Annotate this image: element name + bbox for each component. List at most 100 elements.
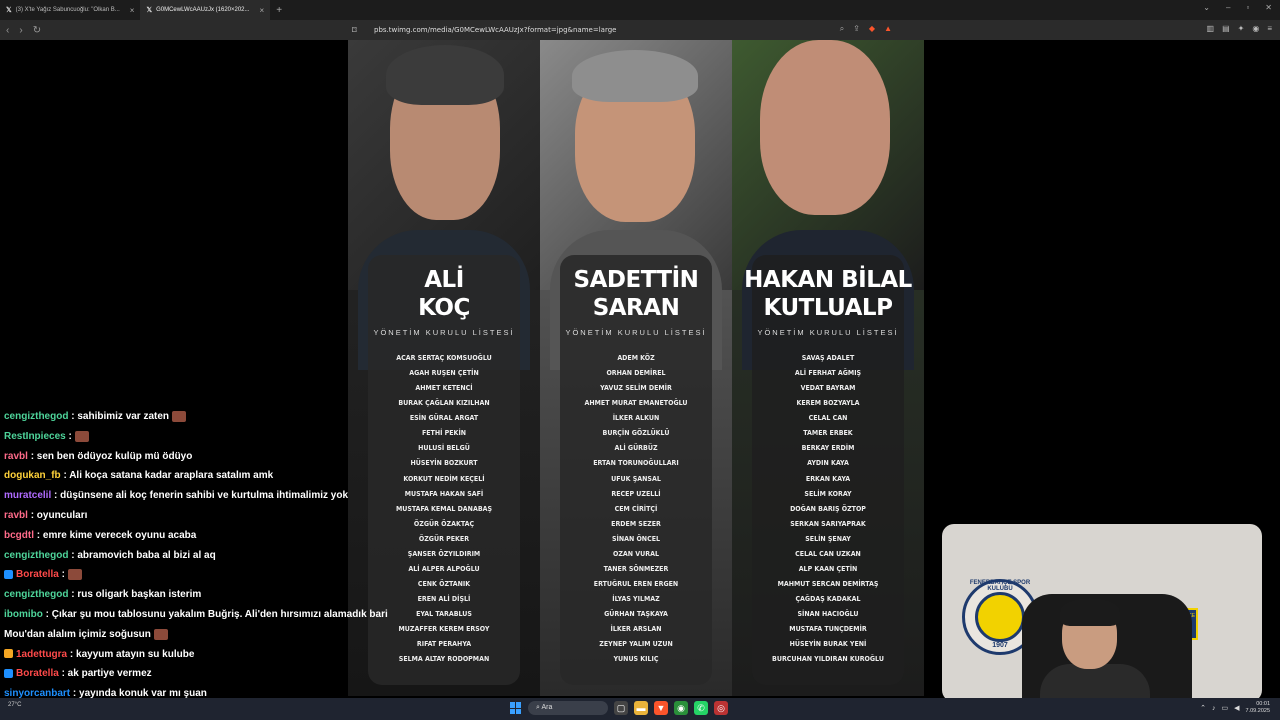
chat-username[interactable]: RestInpieces [4, 431, 66, 442]
member-name: AGAH RUŞEN ÇETİN [409, 369, 479, 378]
network-icon[interactable]: ▭ [1222, 704, 1229, 712]
whatsapp-icon[interactable]: ✆ [694, 701, 708, 715]
taskbar-search[interactable]: ⌕ Ara [528, 701, 608, 715]
share-icon[interactable]: ⇪ [853, 24, 860, 34]
brave-browser-icon[interactable]: ▼ [654, 701, 668, 715]
sidebar-icon[interactable]: ▥ [1207, 24, 1215, 33]
chat-text: : [61, 569, 65, 581]
clock[interactable]: 00:01 7.09.2025 [1246, 701, 1270, 715]
chat-emote-icon [67, 569, 82, 581]
bookmark-icon[interactable]: ⌑ [352, 25, 374, 36]
zoom-icon[interactable]: ⌕ [840, 24, 844, 34]
tab-label: (3) X'te Yağız Sabuncuoğlu: "Olkan B... [15, 7, 120, 13]
chat-username[interactable]: cengizthegod [4, 550, 68, 561]
candidate-first-name: HAKAN BİLAL [744, 267, 912, 293]
weather-widget[interactable]: 27°C [8, 702, 21, 708]
system-tray: ⌃ ♪ ▭ ◀ 00:01 7.09.2025 [1200, 701, 1270, 715]
windows-start-icon[interactable] [510, 702, 522, 714]
chat-message: ravbl : sen ben ödüyoz kulüp mü ödüyo [4, 447, 424, 467]
tab-twitter-post[interactable]: 𝕏 (3) X'te Yağız Sabuncuoğlu: "Olkan B..… [0, 0, 140, 20]
clock-date: 7.09.2025 [1245, 708, 1270, 714]
new-tab-button[interactable]: + [270, 5, 288, 16]
user-badge-icon [4, 669, 13, 679]
volume-icon[interactable]: ◀ [1234, 704, 1239, 712]
app-icon[interactable]: ◎ [714, 701, 728, 715]
close-tab-icon[interactable]: × [130, 6, 135, 15]
chat-text: : sen ben ödüyoz kulüp mü ödüyo [30, 450, 193, 462]
close-tab-icon[interactable]: × [260, 6, 265, 15]
x-logo-icon: 𝕏 [6, 7, 12, 14]
chevron-down-icon[interactable]: ⌄ [1203, 3, 1210, 12]
list-subtitle: YÖNETİM KURULU LİSTESİ [565, 328, 707, 337]
reload-icon[interactable]: ↻ [33, 25, 41, 36]
chat-message: ravbl : oyuncuları [4, 506, 424, 526]
member-name: SAVAŞ ADALET [801, 354, 855, 362]
chat-username[interactable]: ibomibo [4, 609, 43, 620]
nav-buttons: ‹ › ↻ [0, 25, 41, 36]
close-window-icon[interactable]: ✕ [1265, 3, 1272, 12]
candidate-last-name: KOÇ [418, 295, 470, 321]
extensions-icon[interactable]: ✦ [1238, 24, 1245, 33]
candidate-last-name: SARAN [592, 295, 680, 321]
chat-message: 1adettugra : kayyum atayın su kulube [4, 645, 424, 665]
chat-username[interactable]: bcgdtl [4, 530, 34, 541]
mic-icon[interactable]: ♪ [1212, 705, 1216, 712]
member-name: SELİM KORAY [804, 489, 852, 498]
member-name: ADEM KÖZ [617, 354, 655, 362]
streamer-hair [1060, 598, 1120, 626]
member-name: ZEYNEP YALIM UZUN [599, 640, 673, 649]
member-name: ERTUĞRUL EREN ERGEN [593, 579, 679, 588]
member-name: TAMER ERBEK [803, 429, 853, 438]
hair-shape [386, 45, 504, 105]
windows-taskbar: 27°C ⌕ Ara ▢ ▬ ▼ ◉ ✆ ◎ ⌃ ♪ ▭ ◀ 00:01 7.0… [0, 698, 1280, 720]
chat-username[interactable]: cengizthegod [4, 411, 68, 422]
list-subtitle: YÖNETİM KURULU LİSTESİ [373, 328, 515, 337]
maximize-icon[interactable]: ▫ [1246, 3, 1249, 12]
member-name: ALP KAAN ÇETİN [798, 564, 858, 573]
wallet-icon[interactable]: ▤ [1222, 24, 1230, 33]
chat-username[interactable]: ravbl [4, 510, 28, 521]
chat-username[interactable]: Boratella [16, 569, 59, 580]
minimize-icon[interactable]: – [1226, 3, 1230, 12]
chat-username[interactable]: dogukan_fb [4, 470, 61, 481]
screen: 𝕏 (3) X'te Yağız Sabuncuoğlu: "Olkan B..… [0, 0, 1280, 720]
chat-message: muratcelil : düşünsene ali koç fenerin s… [4, 486, 424, 506]
chat-message: Mou'dan alalım içimiz soğusun [4, 625, 424, 645]
tab-label: G0MCewLWcAAUzJx (1620×202... [156, 7, 250, 13]
chat-text: : rus oligark başkan isterim [71, 589, 202, 601]
vpn-icon[interactable]: ◉ [1252, 24, 1259, 33]
chat-username[interactable]: 1adettugra [16, 649, 67, 660]
url-text[interactable]: pbs.twimg.com/media/G0MCewLWcAAUzJx?form… [374, 26, 616, 34]
chat-username[interactable]: ravbl [4, 451, 28, 462]
member-name: RECEP UZELLİ [611, 489, 661, 498]
streamer-body [1040, 664, 1150, 702]
member-list: ADEM KÖZ ORHAN DEMİREL YAVUZ SELİM DEMİR AH… [540, 351, 732, 667]
logo-text: FENERBAHÇE SPOR KULÜBÜ [969, 580, 1031, 592]
chat-message: cengizthegod : rus oligark başkan isteri… [4, 585, 424, 605]
chevron-up-icon[interactable]: ⌃ [1200, 704, 1206, 712]
chat-text: : abramovich baba al bizi al aq [71, 549, 216, 561]
file-explorer-icon[interactable]: ▬ [634, 701, 648, 715]
chat-message: dogukan_fb : Ali koça satana kadar arapl… [4, 466, 424, 486]
back-icon[interactable]: ‹ [6, 25, 9, 36]
tab-image[interactable]: 𝕏 G0MCewLWcAAUzJx (1620×202... × [140, 0, 271, 20]
url-field[interactable]: ⌑ pbs.twimg.com/media/G0MCewLWcAAUzJx?fo… [352, 22, 910, 38]
brave-shield-icon[interactable]: ◆ [869, 24, 875, 34]
task-view-icon[interactable]: ▢ [614, 701, 628, 715]
menu-icon[interactable]: ≡ [1267, 24, 1272, 33]
member-name: ORHAN DEMİREL [606, 369, 666, 378]
member-name: MAHMUT SERCAN DEMİRTAŞ [777, 579, 879, 588]
chrome-icon[interactable]: ◉ [674, 701, 688, 715]
member-name: OZAN VURAL [613, 549, 659, 558]
member-name: SERKAN SARIYAPRAK [790, 519, 866, 528]
url-actions: ⌕ ⇪ ◆ ▲ [840, 24, 892, 34]
search-placeholder: Ara [541, 704, 553, 711]
chat-message: cengizthegod : sahibimiz var zaten [4, 407, 424, 427]
forward-icon[interactable]: › [19, 25, 22, 36]
chat-username[interactable]: Boratella [16, 668, 59, 679]
brave-rewards-icon[interactable]: ▲ [884, 24, 892, 34]
chat-message: Boratella : [4, 565, 424, 585]
user-badge-icon [4, 570, 13, 580]
chat-username[interactable]: muratcelil [4, 490, 51, 501]
chat-username[interactable]: cengizthegod [4, 589, 68, 600]
